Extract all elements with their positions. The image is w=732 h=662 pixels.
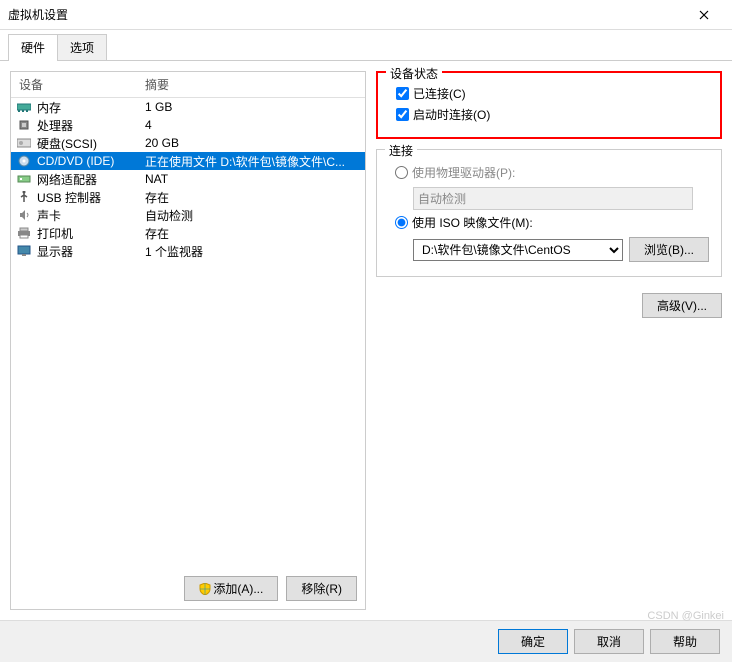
physical-select-wrap: 自动检测	[413, 187, 709, 210]
advanced-button[interactable]: 高级(V)...	[642, 293, 722, 318]
physical-radio[interactable]	[395, 166, 408, 179]
device-state-title: 设备状态	[386, 65, 442, 82]
checkbox-connected[interactable]: 已连接(C)	[396, 85, 708, 102]
device-list[interactable]: 内存 1 GB 处理器 4 硬盘(SCSI) 20 GB CD/DVD (IDE…	[11, 98, 365, 568]
browse-button[interactable]: 浏览(B)...	[629, 237, 709, 262]
cpu-icon	[15, 118, 33, 132]
content-area: 设备 摘要 内存 1 GB 处理器 4 硬盘(SCSI) 20 GB	[0, 61, 732, 620]
device-row-net[interactable]: 网络适配器 NAT	[11, 170, 365, 188]
iso-row: D:\软件包\镜像文件\CentOS 浏览(B)...	[413, 237, 709, 262]
connection-group: 连接 使用物理驱动器(P): 自动检测 使用 ISO 映像文件(M): D:\软…	[376, 149, 722, 277]
iso-radio[interactable]	[395, 216, 408, 229]
radio-iso[interactable]: 使用 ISO 映像文件(M):	[395, 214, 709, 231]
cancel-button[interactable]: 取消	[574, 629, 644, 654]
device-row-disk[interactable]: 硬盘(SCSI) 20 GB	[11, 134, 365, 152]
device-row-sound[interactable]: 声卡 自动检测	[11, 206, 365, 224]
device-panel: 设备 摘要 内存 1 GB 处理器 4 硬盘(SCSI) 20 GB	[10, 71, 366, 610]
close-button[interactable]	[684, 1, 724, 29]
dialog-footer: 确定 取消 帮助	[0, 620, 732, 662]
window-title: 虚拟机设置	[8, 6, 684, 23]
display-icon	[15, 244, 33, 258]
checkbox-connect-on-start[interactable]: 启动时连接(O)	[396, 106, 708, 123]
tab-options[interactable]: 选项	[57, 34, 107, 60]
titlebar: 虚拟机设置	[0, 0, 732, 30]
usb-icon	[15, 190, 33, 204]
disk-icon	[15, 136, 33, 150]
settings-panel: 设备状态 已连接(C) 启动时连接(O) 连接 使用物理驱动器(P): 自动检测	[376, 71, 722, 610]
connection-title: 连接	[385, 142, 417, 159]
device-row-usb[interactable]: USB 控制器 存在	[11, 188, 365, 206]
close-icon	[699, 10, 709, 20]
advanced-wrap: 高级(V)...	[376, 293, 722, 318]
add-button[interactable]: 添加(A)...	[184, 576, 278, 601]
connected-checkbox[interactable]	[396, 87, 409, 100]
shield-icon	[199, 583, 211, 595]
connect-on-start-checkbox[interactable]	[396, 108, 409, 121]
device-row-cpu[interactable]: 处理器 4	[11, 116, 365, 134]
printer-icon	[15, 226, 33, 240]
device-row-display[interactable]: 显示器 1 个监视器	[11, 242, 365, 260]
cd-icon	[15, 154, 33, 168]
vm-settings-dialog: 虚拟机设置 硬件 选项 设备 摘要 内存 1 GB 处理器	[0, 0, 732, 662]
col-summary: 摘要	[145, 76, 361, 93]
physical-select: 自动检测	[413, 187, 693, 210]
help-button[interactable]: 帮助	[650, 629, 720, 654]
device-row-memory[interactable]: 内存 1 GB	[11, 98, 365, 116]
device-row-cd[interactable]: CD/DVD (IDE) 正在使用文件 D:\软件包\镜像文件\C...	[11, 152, 365, 170]
ok-button[interactable]: 确定	[498, 629, 568, 654]
tab-bar: 硬件 选项	[0, 30, 732, 61]
device-row-printer[interactable]: 打印机 存在	[11, 224, 365, 242]
sound-icon	[15, 208, 33, 222]
iso-path-combo[interactable]: D:\软件包\镜像文件\CentOS	[413, 239, 623, 261]
remove-button[interactable]: 移除(R)	[286, 576, 357, 601]
device-list-header: 设备 摘要	[11, 72, 365, 98]
device-state-group: 设备状态 已连接(C) 启动时连接(O)	[376, 71, 722, 139]
radio-physical[interactable]: 使用物理驱动器(P):	[395, 164, 709, 181]
col-device: 设备	[15, 76, 145, 93]
network-icon	[15, 172, 33, 186]
memory-icon	[15, 100, 33, 114]
device-buttons: 添加(A)... 移除(R)	[11, 568, 365, 609]
tab-hardware[interactable]: 硬件	[8, 34, 58, 60]
